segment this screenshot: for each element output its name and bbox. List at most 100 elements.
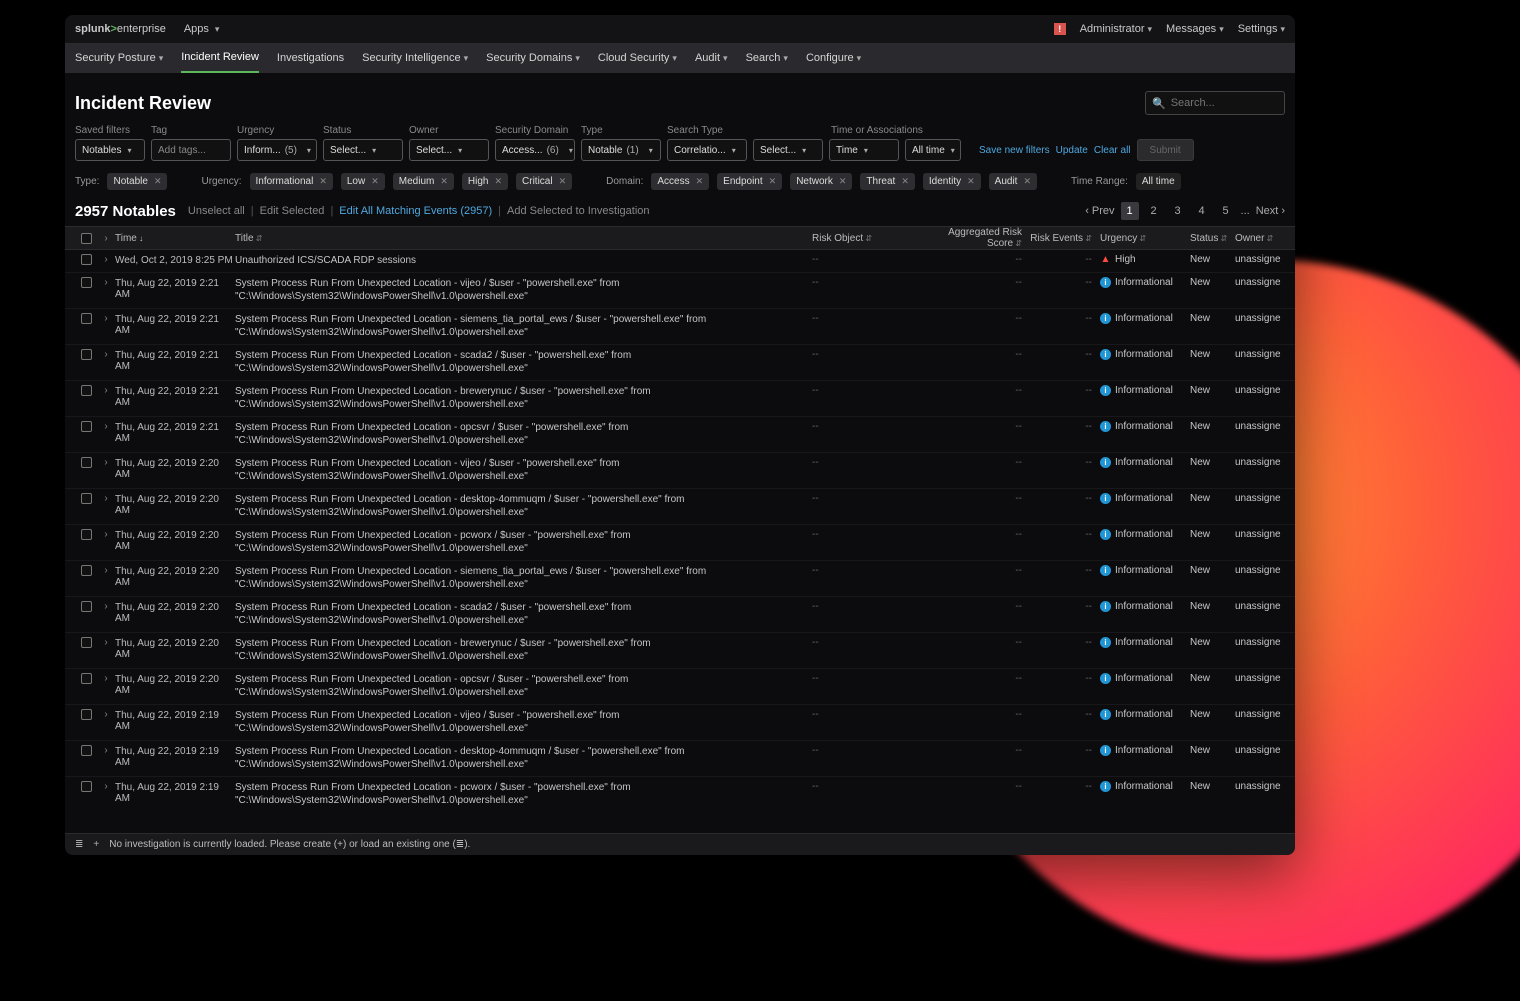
filter-chip[interactable]: Threat✕: [860, 173, 914, 190]
search-box[interactable]: 🔍: [1145, 91, 1285, 115]
expand-row-icon[interactable]: ›: [97, 673, 115, 684]
row-checkbox[interactable]: [81, 565, 92, 576]
unselect-all-link[interactable]: Unselect all: [188, 205, 245, 217]
close-icon[interactable]: ✕: [319, 176, 327, 187]
expand-row-icon[interactable]: ›: [97, 493, 115, 504]
submit-button[interactable]: Submit: [1137, 139, 1194, 161]
filter-assoc[interactable]: Select...: [753, 139, 823, 161]
row-checkbox[interactable]: [81, 529, 92, 540]
plus-icon[interactable]: +: [93, 839, 99, 850]
filter-owner[interactable]: Select...: [409, 139, 489, 161]
nav-item[interactable]: Security Posture: [75, 43, 163, 73]
col-owner[interactable]: Owner: [1235, 233, 1285, 244]
edit-selected-link[interactable]: Edit Selected: [260, 205, 325, 217]
nav-item[interactable]: Security Intelligence: [362, 43, 468, 73]
row-checkbox[interactable]: [81, 385, 92, 396]
filter-chip[interactable]: Endpoint✕: [717, 173, 782, 190]
nav-item[interactable]: Investigations: [277, 43, 344, 73]
filter-saved[interactable]: Notables: [75, 139, 145, 161]
expand-row-icon[interactable]: ›: [97, 457, 115, 468]
filter-chip[interactable]: Audit✕: [989, 173, 1037, 190]
filter-chip[interactable]: Notable✕: [107, 173, 167, 190]
close-icon[interactable]: ✕: [839, 176, 847, 187]
update-link[interactable]: Update: [1056, 145, 1088, 156]
pager-page[interactable]: 2: [1145, 202, 1163, 220]
filter-chip[interactable]: Low✕: [341, 173, 385, 190]
expand-row-icon[interactable]: ›: [97, 601, 115, 612]
nav-item[interactable]: Audit: [695, 43, 728, 73]
filter-tag-input[interactable]: Add tags...: [151, 139, 231, 161]
row-checkbox[interactable]: [81, 421, 92, 432]
close-icon[interactable]: ✕: [440, 176, 448, 187]
col-risk-object[interactable]: Risk Object: [812, 233, 922, 244]
row-checkbox[interactable]: [81, 709, 92, 720]
row-checkbox[interactable]: [81, 637, 92, 648]
expand-row-icon[interactable]: ›: [97, 385, 115, 396]
nav-item[interactable]: Cloud Security: [598, 43, 677, 73]
row-checkbox[interactable]: [81, 673, 92, 684]
expand-row-icon[interactable]: ›: [97, 529, 115, 540]
col-risk-events[interactable]: Risk Events: [1030, 233, 1100, 244]
settings-menu[interactable]: Settings: [1238, 23, 1285, 35]
filter-status[interactable]: Select...: [323, 139, 403, 161]
filter-chip[interactable]: Critical✕: [516, 173, 572, 190]
col-title[interactable]: Title: [235, 233, 812, 244]
col-urgency[interactable]: Urgency: [1100, 233, 1190, 244]
row-checkbox[interactable]: [81, 781, 92, 792]
filter-search-type[interactable]: Correlatio...: [667, 139, 747, 161]
filter-domain[interactable]: Access...(6): [495, 139, 575, 161]
expand-all-icon[interactable]: ›: [97, 233, 115, 244]
nav-item[interactable]: Configure: [806, 43, 861, 73]
expand-row-icon[interactable]: ›: [97, 349, 115, 360]
close-icon[interactable]: ✕: [696, 176, 704, 187]
filter-chip[interactable]: Medium✕: [393, 173, 454, 190]
col-time[interactable]: Time: [115, 233, 235, 244]
filter-chip[interactable]: Access✕: [651, 173, 709, 190]
filter-chip[interactable]: Informational✕: [250, 173, 333, 190]
row-checkbox[interactable]: [81, 313, 92, 324]
messages-menu[interactable]: Messages: [1166, 23, 1224, 35]
close-icon[interactable]: ✕: [371, 176, 379, 187]
close-icon[interactable]: ✕: [769, 176, 777, 187]
expand-row-icon[interactable]: ›: [97, 565, 115, 576]
col-status[interactable]: Status: [1190, 233, 1235, 244]
close-icon[interactable]: ✕: [967, 176, 975, 187]
filter-chip[interactable]: Identity✕: [923, 173, 981, 190]
row-checkbox[interactable]: [81, 277, 92, 288]
pager-page[interactable]: 4: [1193, 202, 1211, 220]
warning-icon[interactable]: !: [1054, 23, 1066, 35]
pager-page[interactable]: 1: [1121, 202, 1139, 220]
close-icon[interactable]: ✕: [901, 176, 909, 187]
add-to-investigation-link[interactable]: Add Selected to Investigation: [507, 205, 649, 217]
expand-row-icon[interactable]: ›: [97, 254, 115, 265]
filter-chip[interactable]: High✕: [462, 173, 508, 190]
save-new-filters-link[interactable]: Save new filters: [979, 145, 1050, 156]
expand-row-icon[interactable]: ›: [97, 637, 115, 648]
filter-type[interactable]: Notable(1): [581, 139, 661, 161]
pager-page[interactable]: 5: [1217, 202, 1235, 220]
admin-menu[interactable]: Administrator: [1080, 23, 1152, 35]
nav-item[interactable]: Security Domains: [486, 43, 580, 73]
expand-row-icon[interactable]: ›: [97, 709, 115, 720]
clear-all-link[interactable]: Clear all: [1094, 145, 1131, 156]
expand-row-icon[interactable]: ›: [97, 313, 115, 324]
filter-urgency[interactable]: Inform...(5): [237, 139, 317, 161]
expand-row-icon[interactable]: ›: [97, 745, 115, 756]
apps-menu[interactable]: Apps: [184, 23, 220, 35]
close-icon[interactable]: ✕: [1023, 176, 1031, 187]
filter-range[interactable]: All time: [905, 139, 961, 161]
row-checkbox[interactable]: [81, 457, 92, 468]
filter-time[interactable]: Time: [829, 139, 899, 161]
expand-row-icon[interactable]: ›: [97, 781, 115, 792]
select-all-checkbox[interactable]: [81, 233, 92, 244]
expand-row-icon[interactable]: ›: [97, 421, 115, 432]
pager-next[interactable]: Next ›: [1256, 205, 1285, 217]
close-icon[interactable]: ✕: [154, 176, 162, 187]
expand-row-icon[interactable]: ›: [97, 277, 115, 288]
close-icon[interactable]: ✕: [559, 176, 567, 187]
close-icon[interactable]: ✕: [494, 176, 502, 187]
nav-item[interactable]: Incident Review: [181, 43, 259, 73]
row-checkbox[interactable]: [81, 745, 92, 756]
edit-matching-link[interactable]: Edit All Matching Events (2957): [339, 205, 492, 217]
nav-item[interactable]: Search: [746, 43, 788, 73]
